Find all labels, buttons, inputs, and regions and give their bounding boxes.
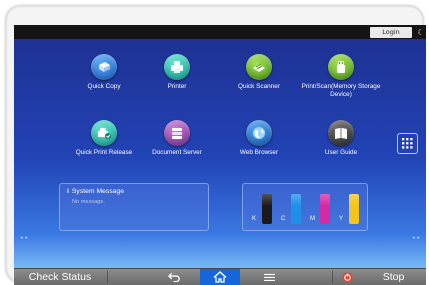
- divider: [107, 271, 108, 283]
- info-icon: i: [67, 188, 69, 195]
- back-arrow-icon: [167, 272, 180, 282]
- toner-letter: K: [252, 216, 257, 222]
- scanner-icon: [246, 54, 272, 80]
- app-web-browser[interactable]: Web Browser: [215, 120, 303, 157]
- app-user-guide[interactable]: User Guide: [297, 120, 385, 157]
- top-bar: Login ☾: [14, 25, 426, 39]
- check-status-button[interactable]: Check Status: [14, 269, 106, 285]
- app-quick-scanner[interactable]: Quick Scanner: [215, 54, 303, 91]
- app-label: Quick Scanner: [238, 83, 280, 90]
- toner-yellow: Y: [338, 194, 362, 224]
- app-print-scan-memory[interactable]: Print/Scan(Memory Storage Device): [297, 54, 385, 98]
- toner-bottle: [262, 194, 272, 224]
- bottom-bar: Check Status Stop: [14, 268, 426, 285]
- app-label: User Guide: [324, 149, 358, 156]
- divider: [332, 271, 333, 283]
- printer-icon: [164, 54, 190, 80]
- app-label: Printer: [167, 83, 187, 90]
- moon-icon[interactable]: ☾: [416, 27, 426, 38]
- system-message-body: No message.: [72, 199, 105, 205]
- login-button[interactable]: Login: [370, 27, 412, 38]
- toner-bottle: [349, 194, 359, 224]
- home-icon: [213, 271, 227, 283]
- stop-label[interactable]: Stop: [366, 269, 421, 285]
- app-printer[interactable]: Printer: [133, 54, 221, 91]
- print-release-icon: [91, 120, 117, 146]
- page-indicator-right: ••: [412, 235, 422, 242]
- menu-button[interactable]: [254, 269, 284, 285]
- app-label: Print/Scan(Memory Storage Device): [301, 83, 381, 98]
- system-message-title: i System Message: [67, 188, 124, 195]
- menu-icon: [263, 273, 275, 281]
- page-indicator-left: ••: [20, 235, 30, 242]
- home-screen: Login ☾ Quick Copy Printer Quick Scanner…: [14, 25, 426, 268]
- toner-cyan: C: [280, 194, 304, 224]
- toner-bottle: [320, 194, 330, 224]
- system-message-panel[interactable]: i System Message No message.: [59, 183, 209, 231]
- app-label: Web Browser: [239, 149, 279, 156]
- back-button[interactable]: [159, 269, 189, 285]
- home-button[interactable]: [200, 269, 240, 285]
- toner-letter: M: [310, 216, 315, 222]
- toner-letter: C: [281, 216, 286, 222]
- app-document-server[interactable]: Document Server: [133, 120, 221, 157]
- book-icon: [328, 120, 354, 146]
- usb-storage-icon: [328, 54, 354, 80]
- app-label: Document Server: [152, 149, 202, 156]
- toner-black: K: [251, 194, 275, 224]
- toner-bottle: [291, 194, 301, 224]
- stop-button[interactable]: [339, 269, 355, 285]
- app-list-grid-icon[interactable]: [397, 133, 418, 154]
- document-server-icon: [164, 120, 190, 146]
- toner-level-panel[interactable]: K C M Y: [242, 183, 368, 231]
- copier-icon: [91, 54, 117, 80]
- toner-magenta: M: [309, 194, 333, 224]
- stop-icon: [341, 271, 353, 283]
- toner-letter: Y: [339, 216, 344, 222]
- globe-icon: [246, 120, 272, 146]
- system-message-heading: System Message: [71, 188, 125, 195]
